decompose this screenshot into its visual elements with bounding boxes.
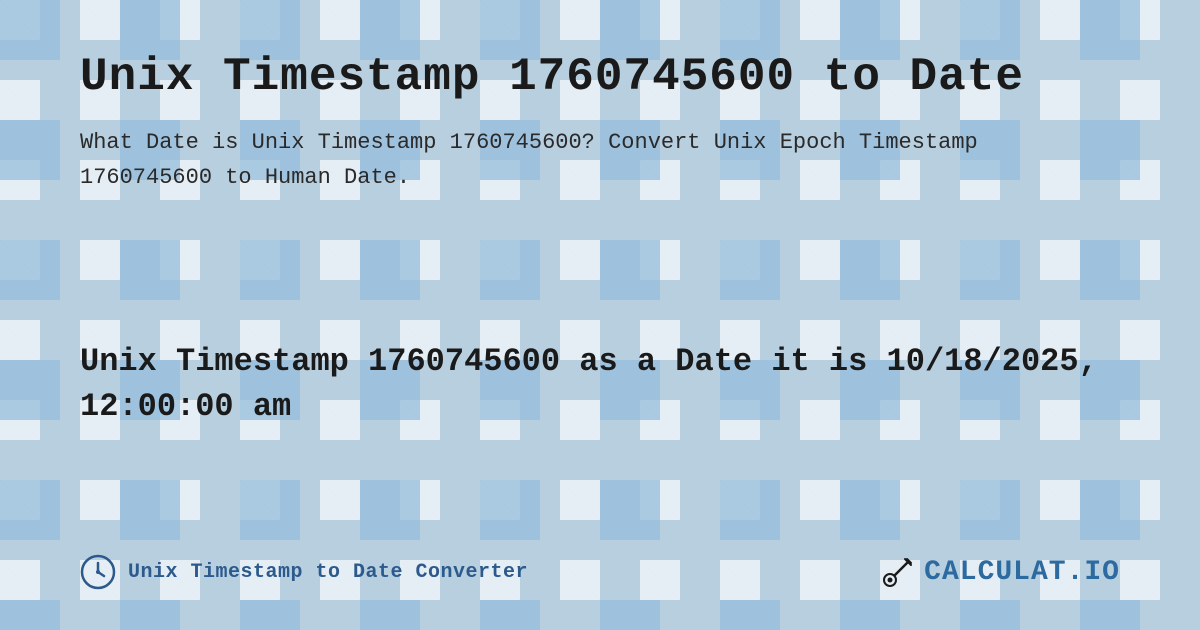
page-content: Unix Timestamp 1760745600 to Date What D…	[0, 0, 1200, 630]
logo-text-accent: .IO	[1067, 557, 1120, 588]
logo-area: CALCULAT.IO	[880, 554, 1120, 590]
result-section: Unix Timestamp 1760745600 as a Date it i…	[80, 340, 1120, 430]
logo-icon	[880, 554, 916, 590]
result-text: Unix Timestamp 1760745600 as a Date it i…	[80, 340, 1120, 430]
page-title: Unix Timestamp 1760745600 to Date	[80, 50, 1120, 105]
top-section: Unix Timestamp 1760745600 to Date What D…	[80, 50, 1120, 196]
logo-text-main: CALCULAT	[924, 557, 1066, 588]
footer-label[interactable]: Unix Timestamp to Date Converter	[128, 561, 528, 584]
page-description: What Date is Unix Timestamp 1760745600? …	[80, 125, 980, 195]
logo-text: CALCULAT.IO	[924, 557, 1120, 588]
clock-icon	[80, 554, 116, 590]
footer-left: Unix Timestamp to Date Converter	[80, 554, 528, 590]
footer: Unix Timestamp to Date Converter CALCULA…	[80, 554, 1120, 600]
